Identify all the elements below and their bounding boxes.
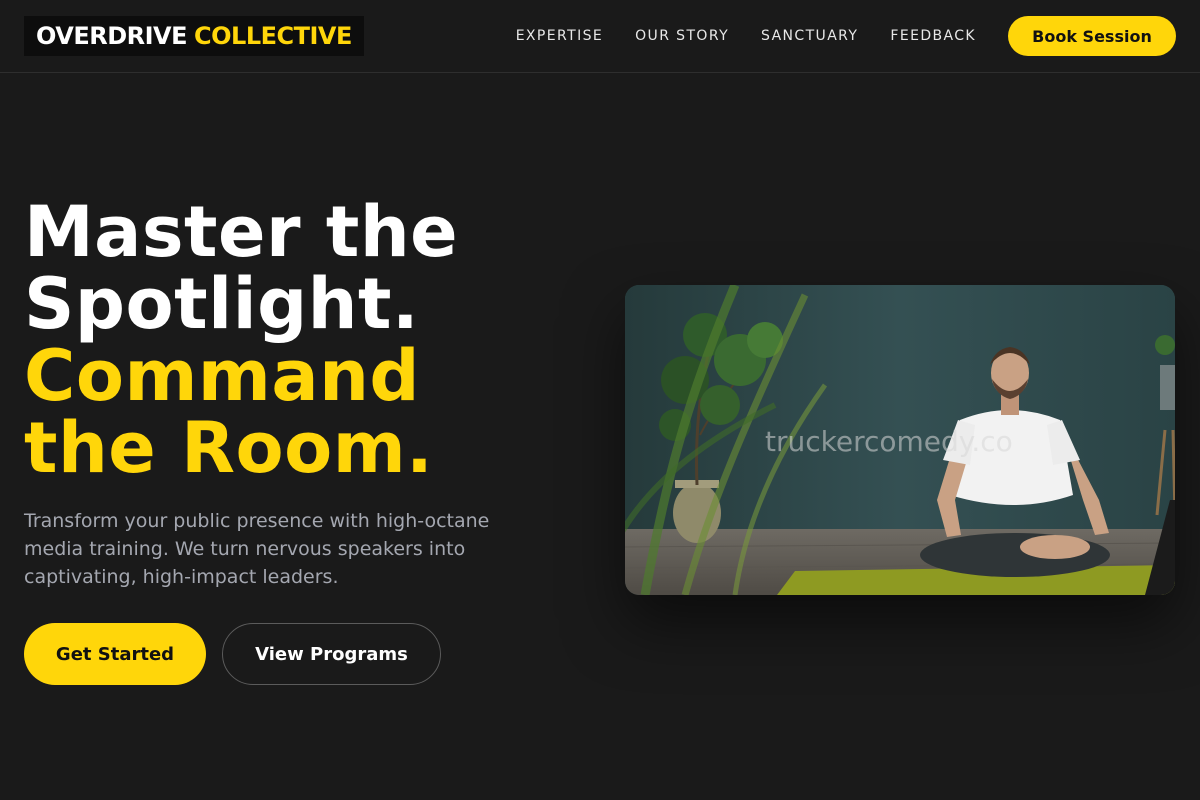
book-session-button[interactable]: Book Session — [1008, 16, 1176, 56]
hero-description: Transform your public presence with high… — [24, 510, 490, 588]
brand-logo[interactable]: OVERDRIVE COLLECTIVE — [24, 16, 364, 56]
hero-headline: Master the Spotlight. Command the Room. — [24, 196, 584, 484]
main-nav: EXPERTISE OUR STORY SANCTUARY FEEDBACK — [516, 0, 976, 72]
headline-line-1: Master the — [24, 191, 459, 273]
headline-accent-line-1: Command — [24, 335, 421, 417]
view-programs-button[interactable]: View Programs — [222, 623, 441, 685]
watermark-text: truckercomedy.co — [765, 425, 1013, 458]
get-started-button[interactable]: Get Started — [24, 623, 206, 685]
nav-link-feedback[interactable]: FEEDBACK — [890, 28, 976, 44]
headline-line-2: Spotlight. — [24, 263, 420, 345]
nav-link-sanctuary[interactable]: SANCTUARY — [761, 28, 858, 44]
logo-accent: COLLECTIVE — [194, 22, 352, 50]
nav-link-expertise[interactable]: EXPERTISE — [516, 28, 603, 44]
nav-link-our-story[interactable]: OUR STORY — [635, 28, 729, 44]
logo-primary: OVERDRIVE — [36, 22, 188, 50]
hero-image: truckercomedy.co — [625, 285, 1175, 595]
site-header: OVERDRIVE COLLECTIVE EXPERTISE OUR STORY… — [0, 0, 1200, 73]
headline-accent-line-2: the Room. — [24, 407, 434, 489]
